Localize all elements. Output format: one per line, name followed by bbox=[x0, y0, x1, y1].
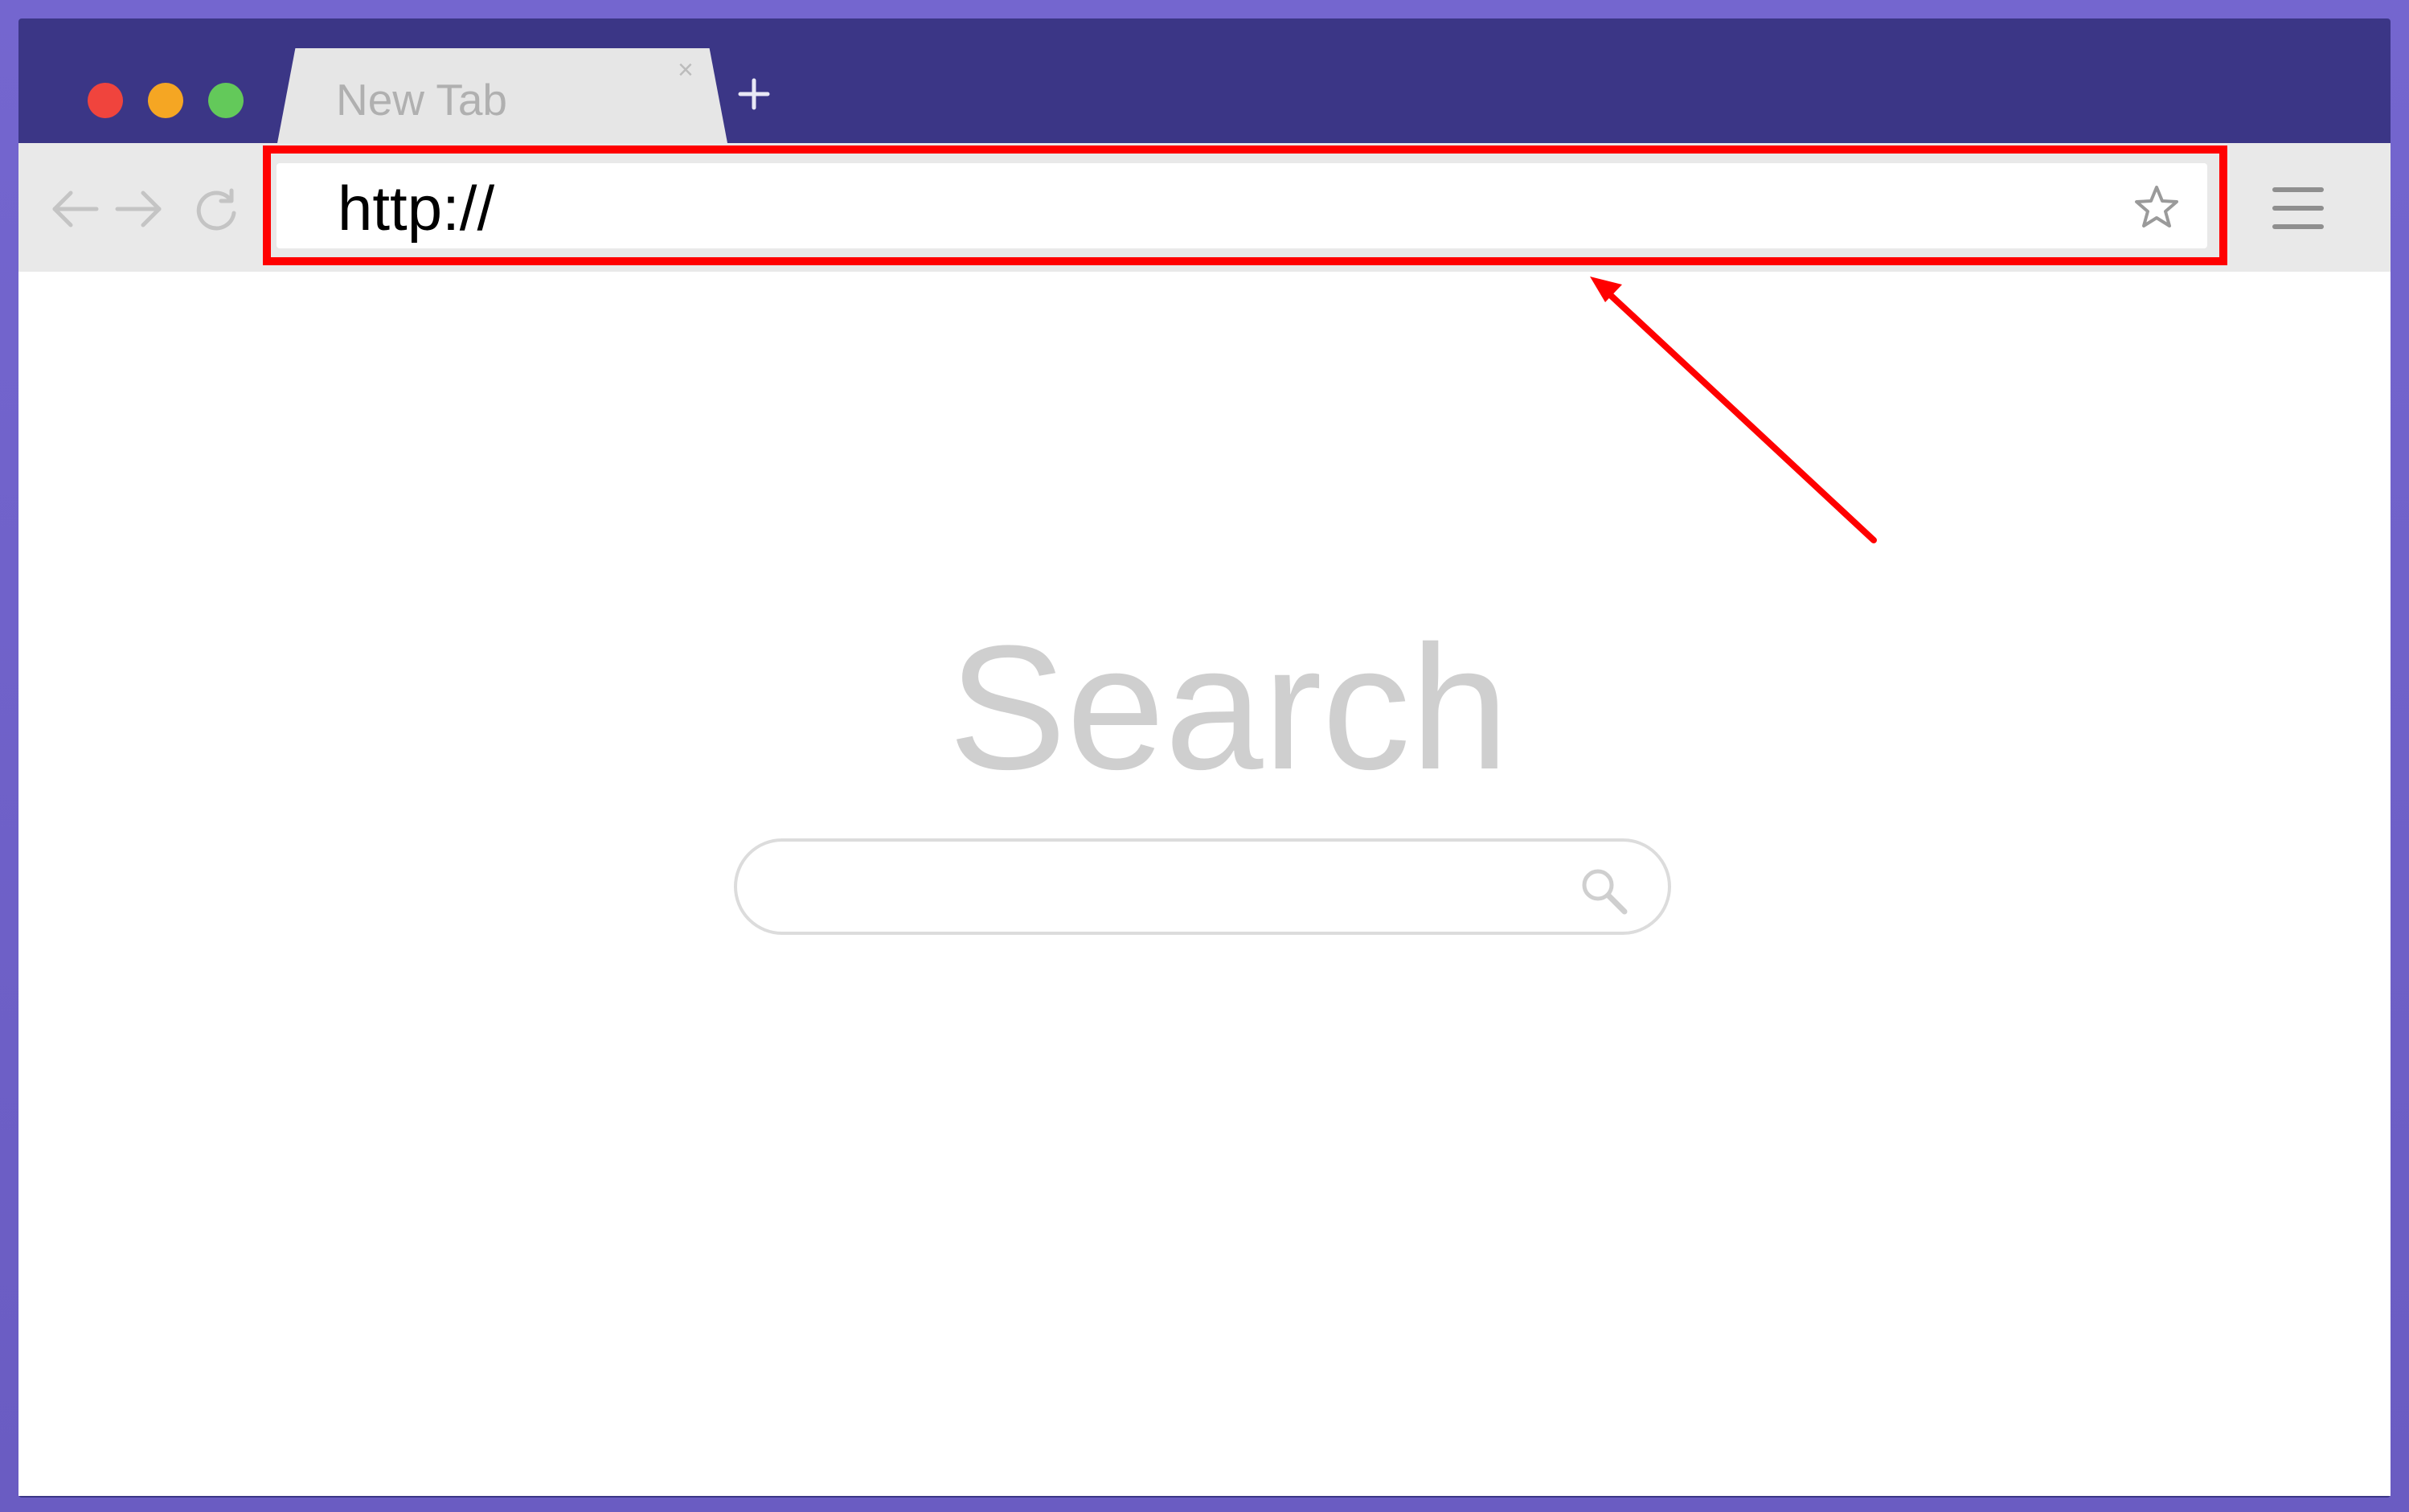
screenshot: New Tab × http:// Search bbox=[0, 0, 2409, 1512]
search-title: Search bbox=[948, 608, 1510, 806]
menu-icon[interactable] bbox=[2272, 183, 2325, 233]
maximize-window-button[interactable] bbox=[208, 83, 244, 118]
reload-icon[interactable] bbox=[193, 187, 240, 234]
back-arrow-icon[interactable] bbox=[50, 189, 100, 229]
address-bar-highlight-box bbox=[263, 145, 2227, 265]
tab-close-icon[interactable]: × bbox=[678, 56, 694, 84]
minimize-window-button[interactable] bbox=[148, 83, 183, 118]
close-window-button[interactable] bbox=[88, 83, 123, 118]
magnifier-icon[interactable] bbox=[1578, 865, 1629, 916]
search-input[interactable] bbox=[734, 838, 1671, 935]
plus-icon[interactable] bbox=[734, 74, 774, 114]
forward-arrow-icon[interactable] bbox=[114, 189, 164, 229]
tab-title: New Tab bbox=[336, 75, 507, 125]
